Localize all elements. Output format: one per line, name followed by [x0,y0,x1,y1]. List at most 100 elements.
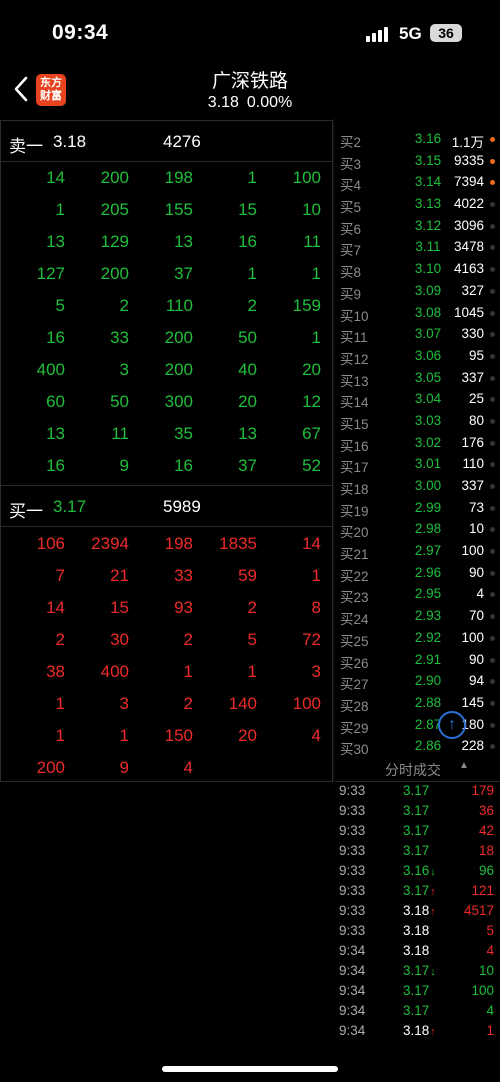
bid-volume: 110 [462,456,484,472]
bid-row[interactable]: 买25 2.92 100 [335,627,500,649]
bid-row[interactable]: 买8 3.10 4163 [335,258,500,280]
bid-row[interactable]: 买15 3.03 80 [335,410,500,432]
bid-row[interactable]: 买2 3.16 1.1万 [335,128,500,150]
queue-cell: 20 [302,360,321,379]
queue-cell: 21 [110,566,129,585]
sell1-row[interactable]: 卖一 3.18 4276 [1,121,332,162]
queue-row: 13 129 13 16 11 [1,227,332,259]
queue-row: 106 2394 198 1835 14 [1,529,332,561]
bid-row[interactable]: 买20 2.98 10 [335,518,500,540]
queue-cell: 1 [119,726,129,745]
queue-cell: 35 [174,424,193,443]
bid-row[interactable]: 买18 3.00 337 [335,475,500,497]
status-bar: 09:34 5G 36 [0,0,500,66]
trade-price-value: 3.17 [403,823,430,838]
bid-label: 买10 [340,308,369,324]
bid-row[interactable]: 买19 2.99 73 [335,497,500,519]
scroll-top-button[interactable]: ↑ [438,711,466,739]
queue-cell: 12 [302,392,321,411]
queue-cell: 38 [46,662,65,681]
queue-cell: 10 [302,200,321,219]
queue-cell: 200 [164,360,193,379]
status-dot-icon [490,353,495,359]
stock-change: 0.00% [246,94,293,111]
bid-row[interactable]: 买24 2.93 70 [335,605,500,627]
buy1-row[interactable]: 买一 3.17 5989 [1,485,332,527]
bid-label: 买6 [340,221,362,237]
bid-row[interactable]: 买10 3.08 1045 [335,302,500,324]
queue-cell: 3 [311,662,321,681]
bid-row[interactable]: 买17 3.01 110 [335,453,500,475]
bid-price: 3.13 [414,196,442,212]
queue-cell: 2394 [91,534,129,553]
trades-title: 分时成交 [385,762,441,778]
bid-label: 买30 [340,742,369,758]
bid-row[interactable]: 买6 3.12 3096 [335,215,500,237]
trade-price-value: 3.18 [403,943,430,958]
trade-direction-icon: ↑ [430,1026,436,1038]
trade-row: 9:33 3.18↑ 4517 [335,900,500,920]
queue-cell: 300 [164,392,193,411]
trades-header[interactable]: 分时成交 ▲ [335,757,500,781]
bid-row[interactable]: 买5 3.13 4022 [335,193,500,215]
bid-label: 买7 [340,243,362,259]
queue-cell: 1 [183,662,193,681]
bid-price: 3.01 [414,456,442,472]
bid-row[interactable]: 买11 3.07 330 [335,323,500,345]
bid-row[interactable]: 买22 2.96 90 [335,562,500,584]
bid-volume: 7394 [453,174,484,190]
bid-price: 3.03 [414,412,442,428]
trade-price-value: 3.17 [403,983,430,998]
queue-row: 5 2 110 2 159 [1,291,332,323]
bid-row[interactable]: 买29 2.87 180 [335,714,500,736]
bid-row[interactable]: 买28 2.88 145 [335,692,500,714]
trade-time: 9:34 [339,1023,366,1038]
bid-row[interactable]: 买26 2.91 90 [335,649,500,671]
status-dot-icon [490,462,495,468]
bid-label: 买22 [340,568,369,584]
bid-row[interactable]: 买23 2.95 4 [335,583,500,605]
bid-row[interactable]: 买12 3.06 95 [335,345,500,367]
bid-price: 3.07 [414,326,442,342]
queue-cell: 20 [238,392,257,411]
bid-volume: 100 [461,543,484,559]
queue-cell: 140 [228,694,257,713]
bid-volume: 1045 [453,304,484,320]
queue-cell: 40 [238,360,257,379]
bid-label: 买29 [340,720,369,736]
bid-row[interactable]: 买21 2.97 100 [335,540,500,562]
trade-price: 3.17 [403,1003,429,1018]
bid-price: 3.05 [414,369,442,385]
bid-row[interactable]: 买9 3.09 327 [335,280,500,302]
bid-row[interactable]: 买16 3.02 176 [335,432,500,454]
queue-row: 1 205 155 15 10 [1,195,332,227]
trade-row: 9:34 3.18↑ 1 [335,1020,500,1040]
bid-row[interactable]: 买7 3.11 3478 [335,236,500,258]
queue-cell: 67 [302,424,321,443]
queue-cell: 16 [174,456,193,475]
bid-row[interactable]: 买27 2.90 94 [335,670,500,692]
status-dot-icon [490,267,495,273]
trade-row: 9:34 3.17 100 [335,980,500,1000]
bid-price: 2.96 [414,564,442,580]
bid-volume: 4163 [453,261,484,277]
bid-volume: 95 [468,347,484,363]
bid-label: 买4 [340,178,362,194]
bid-row[interactable]: 买3 3.15 9335 [335,150,500,172]
bid-label: 买24 [340,612,369,628]
bid-row[interactable]: 买14 3.04 25 [335,388,500,410]
home-indicator[interactable] [162,1066,338,1072]
trade-row: 9:33 3.17 36 [335,800,500,820]
stock-quote: 3.18 0.00% [0,94,500,112]
status-dot-icon [490,397,495,403]
sell1-label: 卖一 [9,137,43,156]
queue-cell: 4 [183,758,193,777]
trade-time: 9:33 [339,883,366,898]
trade-time: 9:34 [339,983,366,998]
trade-price: 3.18↑ [403,1023,436,1038]
bid-row[interactable]: 买30 2.86 228 [335,735,500,757]
queue-cell: 2 [247,296,257,315]
trade-price-value: 3.17 [403,803,430,818]
bid-row[interactable]: 买13 3.05 337 [335,367,500,389]
bid-row[interactable]: 买4 3.14 7394 [335,171,500,193]
